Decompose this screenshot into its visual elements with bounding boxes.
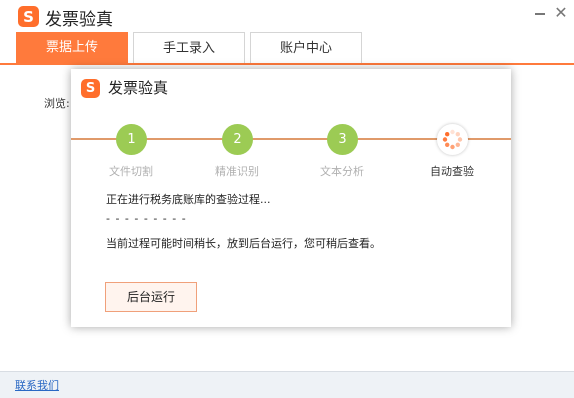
app-logo: S xyxy=(18,6,39,27)
app-title: 发票验真 xyxy=(45,10,113,30)
browse-label: 浏览: xyxy=(44,97,70,110)
close-icon[interactable]: ✕ xyxy=(552,4,570,22)
footer-bar: 联系我们 xyxy=(0,371,574,398)
step-2-label: 精准识别 xyxy=(215,165,259,178)
status-text: 正在进行税务底账库的查验过程... xyxy=(106,193,271,206)
step-3-label: 文本分析 xyxy=(320,165,364,178)
step-3-circle: 3 xyxy=(327,124,358,155)
tab-underline xyxy=(0,63,574,65)
minimize-icon[interactable] xyxy=(532,6,548,22)
tab-account-center[interactable]: 账户中心 xyxy=(250,32,362,63)
run-in-background-button[interactable]: 后台运行 xyxy=(105,282,197,312)
step-1-circle: 1 xyxy=(116,124,147,155)
loading-spinner-icon xyxy=(437,124,468,155)
tab-ticket-upload[interactable]: 票据上传 xyxy=(16,32,128,63)
step-4-label: 自动查验 xyxy=(430,165,474,178)
dialog-title: 发票验真 xyxy=(108,79,169,97)
step-1-label: 文件切割 xyxy=(109,165,153,178)
contact-us-link[interactable]: 联系我们 xyxy=(15,377,59,393)
tab-manual-entry[interactable]: 手工录入 xyxy=(133,32,245,63)
verification-dialog: S 发票验真 1 2 3 文件切割 精准识别 文本分析 自动查验 正在进行税务底… xyxy=(71,69,511,327)
hint-text: 当前过程可能时间稍长，放到后台运行，您可稍后查看。 xyxy=(106,237,381,250)
step-2-circle: 2 xyxy=(222,124,253,155)
dialog-logo: S xyxy=(81,79,100,98)
progress-dashes: - - - - - - - - - xyxy=(106,212,187,225)
